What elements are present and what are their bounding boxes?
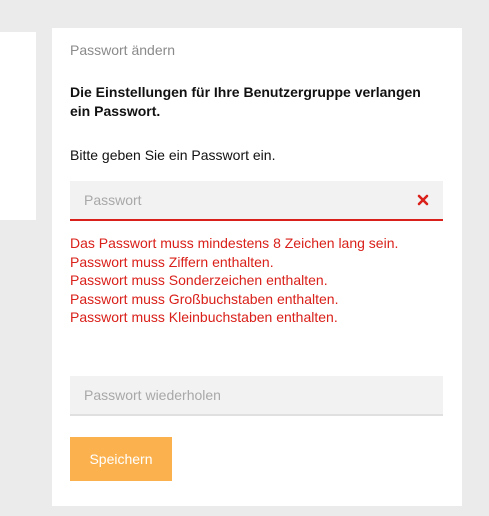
error-message: Passwort muss Ziffern enthalten.	[70, 253, 274, 270]
usergroup-notice: Die Einstellungen für Ihre Benutzergrupp…	[70, 84, 421, 119]
password-prompt: Bitte geben Sie ein Passwort ein.	[70, 147, 276, 163]
error-message: Passwort muss Kleinbuchstaben enthalten.	[70, 309, 338, 325]
password-input[interactable]	[70, 181, 400, 219]
repeat-password-field-wrapper	[70, 376, 443, 416]
error-message: Das Passwort muss mindestens 8 Zeichen l…	[70, 235, 399, 251]
password-field-wrapper	[70, 181, 443, 221]
repeat-password-input[interactable]	[70, 376, 400, 414]
card-title: Passwort ändern	[70, 42, 176, 58]
password-error-list: Das Passwort muss mindestens 8 Zeichen l…	[70, 234, 410, 327]
close-x-icon[interactable]	[415, 192, 431, 208]
error-message: Passwort muss Großbuchstaben enthalten.	[70, 290, 339, 307]
left-panel-edge	[0, 32, 36, 220]
error-message: Passwort muss Sonderzeichen enthalten.	[70, 272, 328, 288]
save-button[interactable]: Speichern	[70, 437, 172, 481]
password-change-card: Passwort ändern Die Einstellungen für Ih…	[52, 28, 462, 506]
